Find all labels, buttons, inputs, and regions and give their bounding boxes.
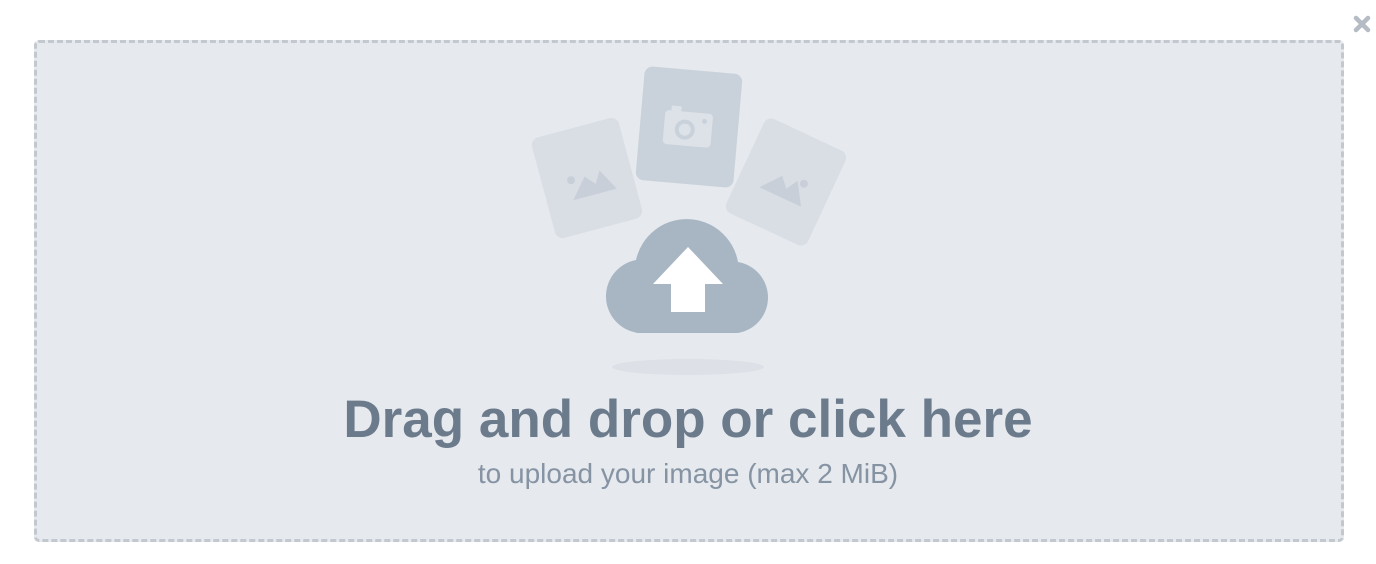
dropzone-subtitle: to upload your image (max 2 MiB) [477,458,899,489]
close-button[interactable] [1351,13,1373,35]
close-icon [1353,15,1371,33]
dropzone-title: Drag and drop or click here [343,390,1033,449]
